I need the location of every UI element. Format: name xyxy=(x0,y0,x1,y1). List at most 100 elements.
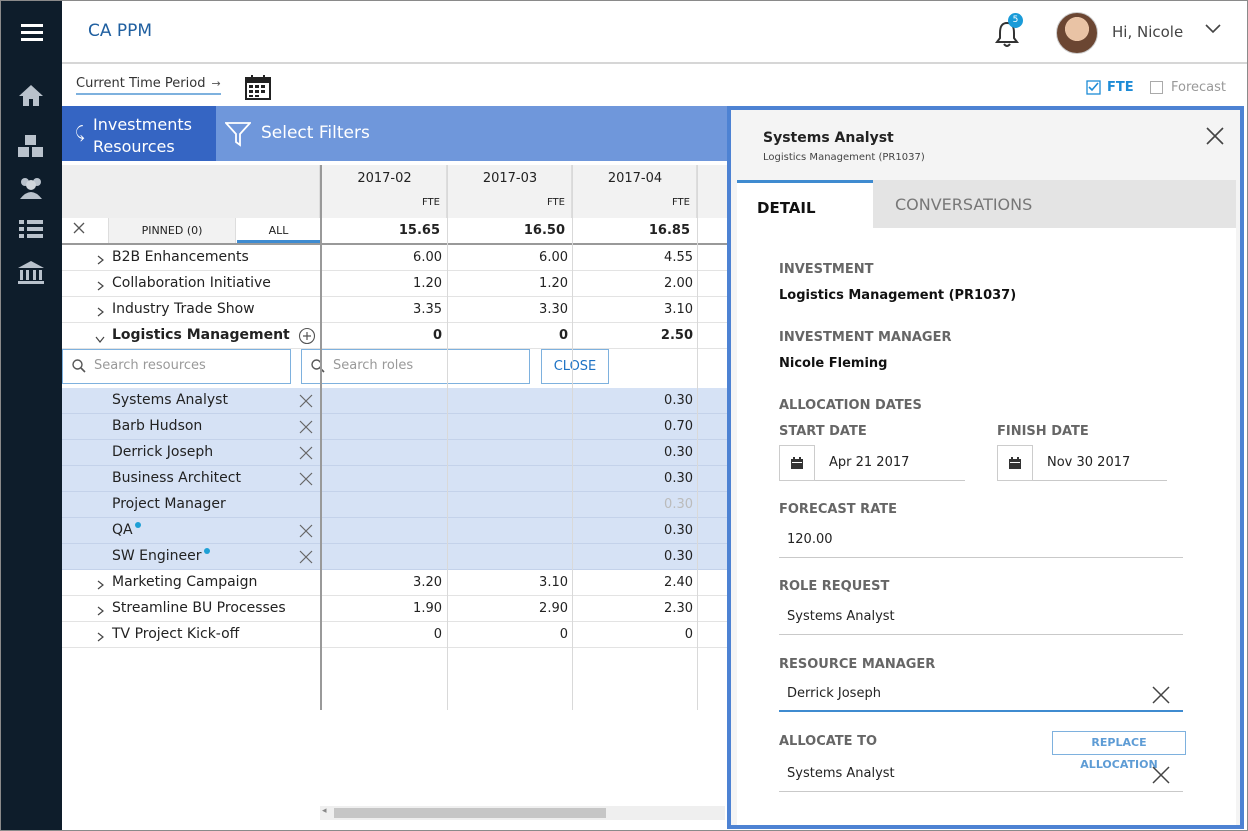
fte-value[interactable]: 2.40 xyxy=(573,575,693,590)
user-greeting[interactable]: Hi, Nicole xyxy=(1112,23,1183,41)
search-resources-input[interactable]: Search resources xyxy=(62,349,291,384)
investments-resources-toggle[interactable]: ⤹ Investments Resources xyxy=(62,106,216,161)
close-search-button[interactable]: CLOSE xyxy=(541,349,609,384)
fte-value[interactable]: 0 xyxy=(448,627,568,642)
allocation-name[interactable]: Business Architect xyxy=(112,470,241,486)
allocation-name[interactable]: Systems Analyst xyxy=(112,392,228,408)
chevron-right-icon[interactable] xyxy=(97,253,105,269)
app-title[interactable]: CA PPM xyxy=(88,21,152,41)
chevron-right-icon[interactable] xyxy=(97,279,105,295)
allocation-row[interactable]: Business Architect 0.30 xyxy=(62,466,727,492)
fte-value[interactable]: 1.90 xyxy=(322,601,442,616)
people-icon[interactable] xyxy=(15,173,47,203)
chevron-right-icon[interactable] xyxy=(97,630,105,646)
investment-name[interactable]: Industry Trade Show xyxy=(112,301,255,317)
allocation-row[interactable]: QA 0.30 xyxy=(62,518,727,544)
scroll-thumb[interactable] xyxy=(334,808,606,818)
fte-value[interactable]: 3.35 xyxy=(322,302,442,317)
fte-value[interactable]: 2.50 xyxy=(573,328,693,343)
menu-icon[interactable] xyxy=(1,1,62,63)
fte-value[interactable]: 0.30 xyxy=(573,549,693,564)
cubes-icon[interactable] xyxy=(15,132,47,162)
remove-icon[interactable] xyxy=(299,550,313,568)
chevron-right-icon[interactable] xyxy=(97,578,105,594)
investment-row[interactable]: Industry Trade Show 3.35 3.30 3.10 xyxy=(62,297,727,323)
chevron-right-icon[interactable] xyxy=(97,604,105,620)
investment-row[interactable]: B2B Enhancements 6.00 6.00 4.55 xyxy=(62,245,727,271)
home-icon[interactable] xyxy=(15,80,47,110)
fte-value[interactable]: 0 xyxy=(322,328,442,343)
fte-value[interactable]: 2.30 xyxy=(573,601,693,616)
allocation-row[interactable]: Barb Hudson 0.70 xyxy=(62,414,727,440)
role-request-field[interactable]: Systems Analyst xyxy=(779,599,1183,635)
chevron-down-icon[interactable] xyxy=(95,332,105,348)
fte-value[interactable]: 0 xyxy=(573,627,693,642)
fte-value[interactable]: 2.90 xyxy=(448,601,568,616)
allocation-row[interactable]: SW Engineer 0.30 xyxy=(62,544,727,570)
fte-checkbox[interactable]: FTE xyxy=(1086,80,1134,95)
clear-icon[interactable] xyxy=(1151,765,1171,789)
investment-name[interactable]: Collaboration Initiative xyxy=(112,275,271,291)
investment-name[interactable]: TV Project Kick-off xyxy=(112,626,239,642)
forecast-checkbox[interactable]: Forecast xyxy=(1150,80,1226,95)
allocation-name[interactable]: Barb Hudson xyxy=(112,418,202,434)
fte-value[interactable]: 3.10 xyxy=(573,302,693,317)
select-filters-button[interactable]: Select Filters xyxy=(261,123,370,143)
bank-icon[interactable] xyxy=(15,258,47,288)
tab-detail[interactable]: DETAIL xyxy=(737,180,873,228)
investment-row[interactable]: Streamline BU Processes 1.90 2.90 2.30 xyxy=(62,596,727,622)
investment-name[interactable]: Logistics Management xyxy=(112,327,290,343)
remove-icon[interactable] xyxy=(299,394,313,412)
start-date-field[interactable]: Apr 21 2017 xyxy=(779,445,965,481)
scroll-left-icon[interactable]: ◂ xyxy=(322,806,327,816)
remove-icon[interactable] xyxy=(299,420,313,438)
remove-icon[interactable] xyxy=(299,446,313,464)
fte-value[interactable]: 0.30 xyxy=(573,393,693,408)
calendar-icon[interactable] xyxy=(997,445,1033,481)
search-roles-input[interactable]: Search roles xyxy=(301,349,530,384)
fte-value[interactable]: 3.10 xyxy=(448,575,568,590)
investment-row-expanded[interactable]: Logistics Management 0 0 2.50 xyxy=(62,323,727,349)
chevron-right-icon[interactable] xyxy=(97,305,105,321)
fte-value[interactable]: 3.30 xyxy=(448,302,568,317)
fte-value[interactable]: 0.30 xyxy=(573,471,693,486)
forecast-rate-field[interactable]: 120.00 xyxy=(779,522,1183,558)
investment-row[interactable]: Collaboration Initiative 1.20 1.20 2.00 xyxy=(62,271,727,297)
allocation-name[interactable]: QA xyxy=(112,522,141,538)
calendar-icon[interactable] xyxy=(779,445,815,481)
add-icon[interactable] xyxy=(298,327,316,349)
clear-icon[interactable] xyxy=(1151,685,1171,709)
investment-name[interactable]: Marketing Campaign xyxy=(112,574,257,590)
chevron-down-icon[interactable] xyxy=(1204,21,1222,40)
horizontal-scrollbar[interactable]: ◂ xyxy=(320,806,725,820)
list-icon[interactable] xyxy=(15,214,47,244)
fte-value[interactable]: 1.20 xyxy=(322,276,442,291)
filter-icon[interactable] xyxy=(223,121,253,151)
investment-row[interactable]: TV Project Kick-off 0 0 0 xyxy=(62,622,727,648)
fte-value[interactable]: 0 xyxy=(322,627,442,642)
fte-value[interactable]: 2.00 xyxy=(573,276,693,291)
allocation-row[interactable]: Derrick Joseph 0.30 xyxy=(62,440,727,466)
fte-value[interactable]: 0.70 xyxy=(573,419,693,434)
close-icon[interactable] xyxy=(1205,126,1225,150)
finish-date-field[interactable]: Nov 30 2017 xyxy=(997,445,1167,481)
remove-icon[interactable] xyxy=(299,472,313,490)
avatar[interactable] xyxy=(1056,12,1098,54)
fte-value[interactable]: 0.30 xyxy=(573,445,693,460)
time-period-selector[interactable]: Current Time Period → xyxy=(76,76,221,95)
replace-allocation-button[interactable]: REPLACE ALLOCATION xyxy=(1052,731,1186,771)
allocation-name[interactable]: Project Manager xyxy=(112,496,226,512)
resource-manager-field[interactable]: Derrick Joseph xyxy=(779,676,1183,712)
pinned-tab[interactable]: PINNED (0) xyxy=(108,218,236,243)
all-tab[interactable]: ALL xyxy=(237,218,320,243)
fte-value[interactable]: 0 xyxy=(448,328,568,343)
fte-value[interactable]: 1.20 xyxy=(448,276,568,291)
calendar-icon[interactable] xyxy=(245,74,271,104)
fte-value[interactable]: 4.55 xyxy=(573,250,693,265)
allocate-to-field[interactable]: Systems Analyst xyxy=(779,756,1183,792)
fte-value[interactable]: 3.20 xyxy=(322,575,442,590)
fte-value[interactable]: 0.30 xyxy=(573,497,693,512)
clear-pins-icon[interactable] xyxy=(72,220,86,239)
allocation-row[interactable]: Systems Analyst 0.30 xyxy=(62,388,727,414)
fte-value[interactable]: 0.30 xyxy=(573,523,693,538)
